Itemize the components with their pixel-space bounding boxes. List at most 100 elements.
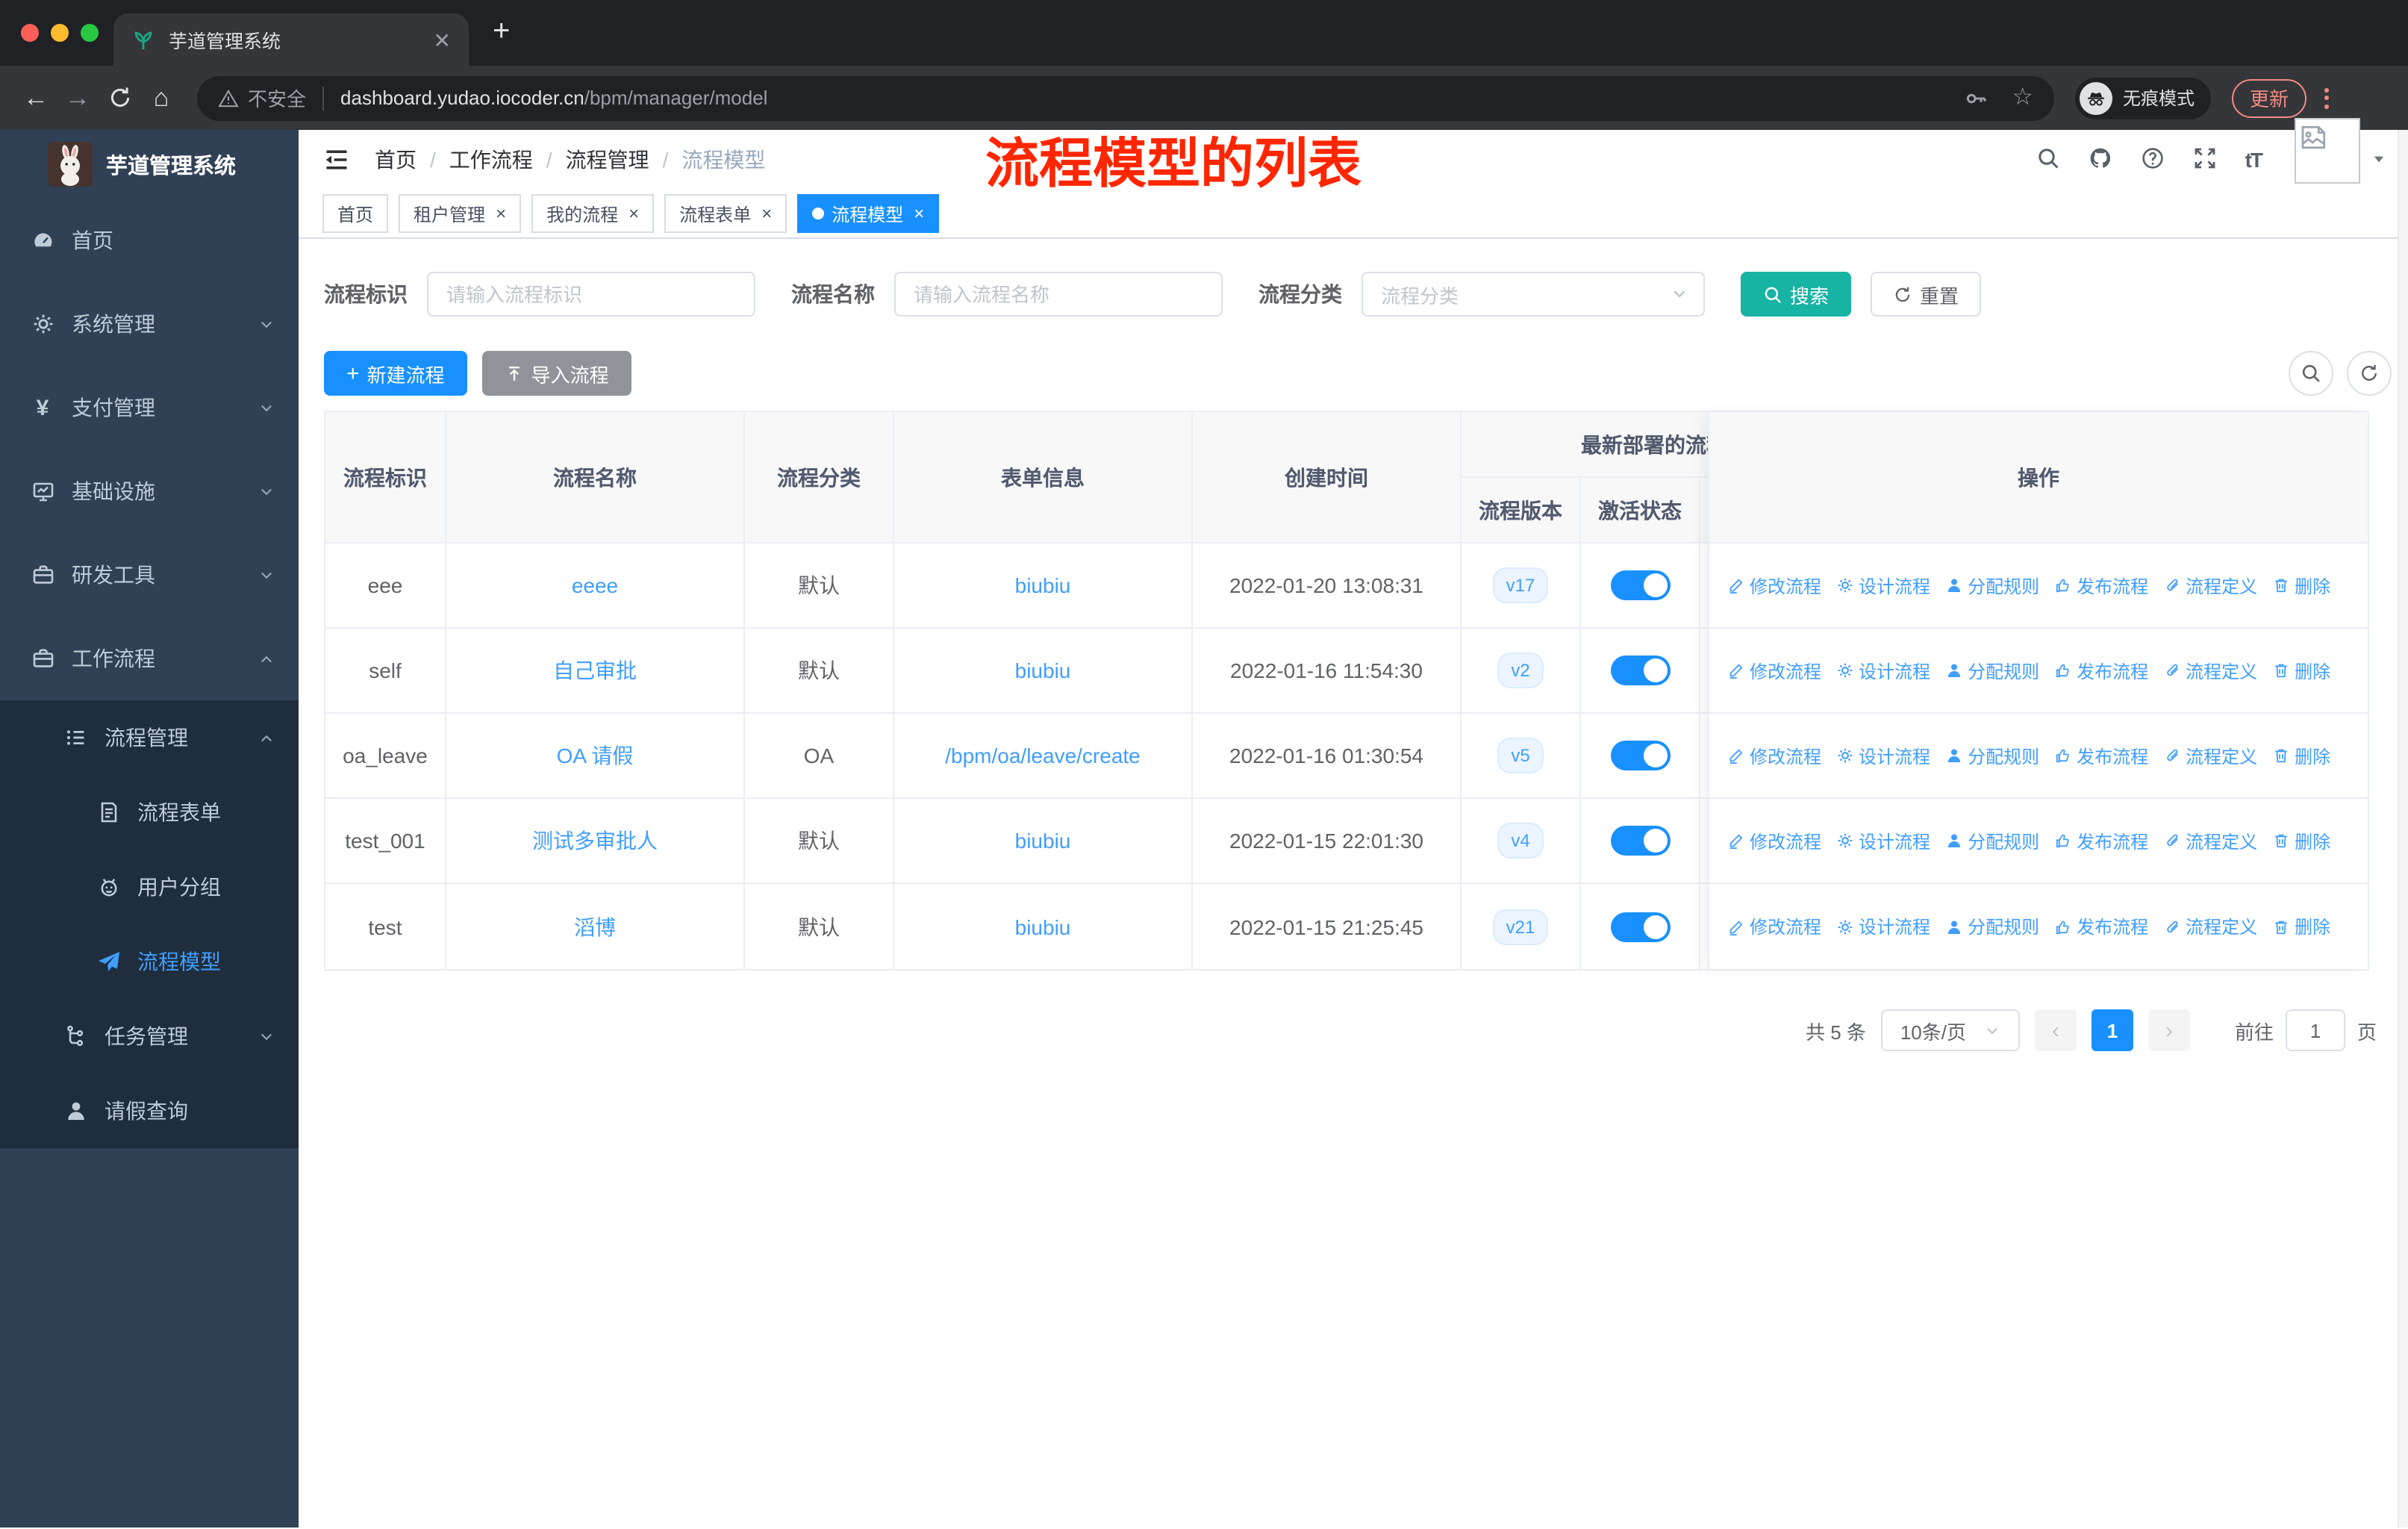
breadcrumb-item[interactable]: 首页 [375, 145, 417, 175]
design-action-link[interactable]: 设计流程 [1836, 658, 1930, 683]
form-link[interactable]: biubiu [1015, 658, 1071, 682]
toggle-search-button[interactable] [2289, 351, 2333, 396]
sidebar-item-workflow[interactable]: 工作流程 [0, 617, 299, 700]
design-action-link[interactable]: 设计流程 [1836, 828, 1930, 853]
design-action-link[interactable]: 设计流程 [1836, 914, 1930, 939]
tab-close-icon[interactable]: ✕ [434, 29, 451, 50]
process-name-link[interactable]: 测试多审批人 [532, 826, 658, 856]
publish-action-link[interactable]: 发布流程 [2054, 743, 2148, 768]
page-size-select[interactable]: 10条/页 [1880, 1009, 2020, 1051]
definition-action-link[interactable]: 流程定义 [2163, 828, 2257, 853]
delete-action-link[interactable]: 删除 [2272, 573, 2330, 598]
delete-action-link[interactable]: 删除 [2272, 743, 2330, 768]
sidebar-item-user[interactable]: 请假查询 [0, 1074, 299, 1148]
close-icon[interactable]: × [628, 205, 639, 222]
delete-action-link[interactable]: 删除 [2272, 828, 2330, 853]
definition-action-link[interactable]: 流程定义 [2163, 573, 2257, 598]
assign-action-link[interactable]: 分配规则 [1945, 828, 2039, 853]
active-toggle[interactable] [1610, 912, 1670, 941]
create-process-button[interactable]: + 新建流程 [324, 351, 467, 396]
form-link[interactable]: biubiu [1015, 915, 1071, 938]
assign-action-link[interactable]: 分配规则 [1945, 743, 2039, 768]
browser-menu-icon[interactable] [2324, 87, 2330, 108]
font-size-icon[interactable]: tT [2245, 148, 2263, 172]
back-icon[interactable]: ← [15, 83, 57, 113]
design-action-link[interactable]: 设计流程 [1836, 743, 1930, 768]
sidebar-item-toolbox[interactable]: 研发工具 [0, 533, 299, 617]
edit-action-link[interactable]: 修改流程 [1727, 573, 1821, 598]
publish-action-link[interactable]: 发布流程 [2054, 914, 2148, 939]
close-icon[interactable]: × [496, 205, 506, 222]
definition-action-link[interactable]: 流程定义 [2163, 658, 2257, 683]
sidebar-item-yen[interactable]: ¥ 支付管理 [0, 366, 299, 449]
process-name-link[interactable]: OA 请假 [557, 741, 634, 770]
prev-page-button[interactable]: ‹ [2034, 1009, 2077, 1051]
process-key-input[interactable] [427, 272, 755, 317]
browser-tab[interactable]: 芋道管理系统 ✕ [113, 13, 469, 66]
refresh-table-button[interactable] [2347, 351, 2392, 396]
edit-action-link[interactable]: 修改流程 [1727, 743, 1821, 768]
publish-action-link[interactable]: 发布流程 [2054, 658, 2148, 683]
fullscreen-icon[interactable] [2193, 146, 2220, 173]
import-process-button[interactable]: 导入流程 [481, 351, 631, 396]
sidebar-item-dashboard[interactable]: 首页 [0, 199, 299, 282]
search-button[interactable]: 搜索 [1741, 272, 1852, 317]
publish-action-link[interactable]: 发布流程 [2054, 573, 2148, 598]
publish-action-link[interactable]: 发布流程 [2054, 828, 2148, 853]
definition-action-link[interactable]: 流程定义 [2163, 914, 2257, 939]
tag-tab-4[interactable]: 流程模型 × [797, 194, 940, 233]
goto-page-input[interactable] [2285, 1009, 2345, 1051]
caret-down-icon[interactable] [2371, 151, 2387, 167]
next-page-button[interactable]: › [2147, 1009, 2190, 1051]
tag-tab-1[interactable]: 租户管理 × [399, 194, 522, 233]
sidebar-item-tree[interactable]: 任务管理 [0, 999, 299, 1074]
sidebar-collapse-icon[interactable] [321, 146, 352, 173]
minimize-window-button[interactable] [51, 24, 69, 42]
process-name-link[interactable]: 自己审批 [553, 655, 637, 685]
sidebar-item-plane[interactable]: 流程模型 [0, 924, 299, 999]
active-toggle[interactable] [1610, 655, 1670, 685]
breadcrumb-item[interactable]: 流程管理 [566, 145, 649, 175]
avatar[interactable] [2295, 118, 2360, 184]
sidebar-item-gear[interactable]: 系统管理 [0, 282, 299, 366]
current-page-button[interactable]: 1 [2091, 1009, 2133, 1051]
active-toggle[interactable] [1610, 741, 1670, 770]
active-toggle[interactable] [1610, 570, 1670, 600]
address-bar[interactable]: 不安全 dashboard.yudao.iocoder.cn /bpm/mana… [197, 75, 2054, 120]
forward-icon[interactable]: → [57, 83, 99, 113]
delete-action-link[interactable]: 删除 [2272, 658, 2330, 683]
edit-action-link[interactable]: 修改流程 [1727, 658, 1821, 683]
breadcrumb-item[interactable]: 工作流程 [449, 145, 533, 175]
page-scrollbar[interactable] [2398, 130, 2408, 1528]
sidebar-item-monitor[interactable]: 基础设施 [0, 449, 299, 533]
close-icon[interactable]: × [761, 205, 772, 222]
search-icon[interactable] [2036, 146, 2063, 173]
github-icon[interactable] [2089, 146, 2115, 173]
sidebar-item-group[interactable]: 用户分组 [0, 850, 299, 924]
assign-action-link[interactable]: 分配规则 [1945, 573, 2039, 598]
form-link[interactable]: /bpm/oa/leave/create [945, 744, 1141, 767]
maximize-window-button[interactable] [81, 24, 99, 42]
design-action-link[interactable]: 设计流程 [1836, 573, 1930, 598]
close-icon[interactable]: × [914, 205, 924, 222]
assign-action-link[interactable]: 分配规则 [1945, 914, 2039, 939]
form-link[interactable]: biubiu [1015, 573, 1071, 597]
delete-action-link[interactable]: 删除 [2272, 914, 2330, 939]
definition-action-link[interactable]: 流程定义 [2163, 743, 2257, 768]
process-name-link[interactable]: eeee [572, 573, 618, 597]
edit-action-link[interactable]: 修改流程 [1727, 914, 1821, 939]
form-link[interactable]: biubiu [1015, 829, 1071, 853]
sidebar-item-form[interactable]: 流程表单 [0, 775, 299, 850]
bookmark-star-icon[interactable]: ☆ [2012, 85, 2033, 110]
reload-icon[interactable] [99, 85, 140, 110]
tag-tab-0[interactable]: 首页 [322, 194, 389, 233]
sidebar-item-list[interactable]: 流程管理 [0, 700, 299, 775]
close-window-button[interactable] [21, 24, 39, 42]
tag-tab-3[interactable]: 流程表单 × [664, 194, 787, 233]
process-name-input[interactable] [894, 272, 1223, 317]
tag-tab-2[interactable]: 我的流程 × [531, 194, 655, 233]
category-select[interactable]: 流程分类 [1361, 272, 1705, 317]
password-key-icon[interactable] [1964, 86, 1988, 110]
active-toggle[interactable] [1610, 826, 1670, 856]
assign-action-link[interactable]: 分配规则 [1945, 658, 2039, 683]
